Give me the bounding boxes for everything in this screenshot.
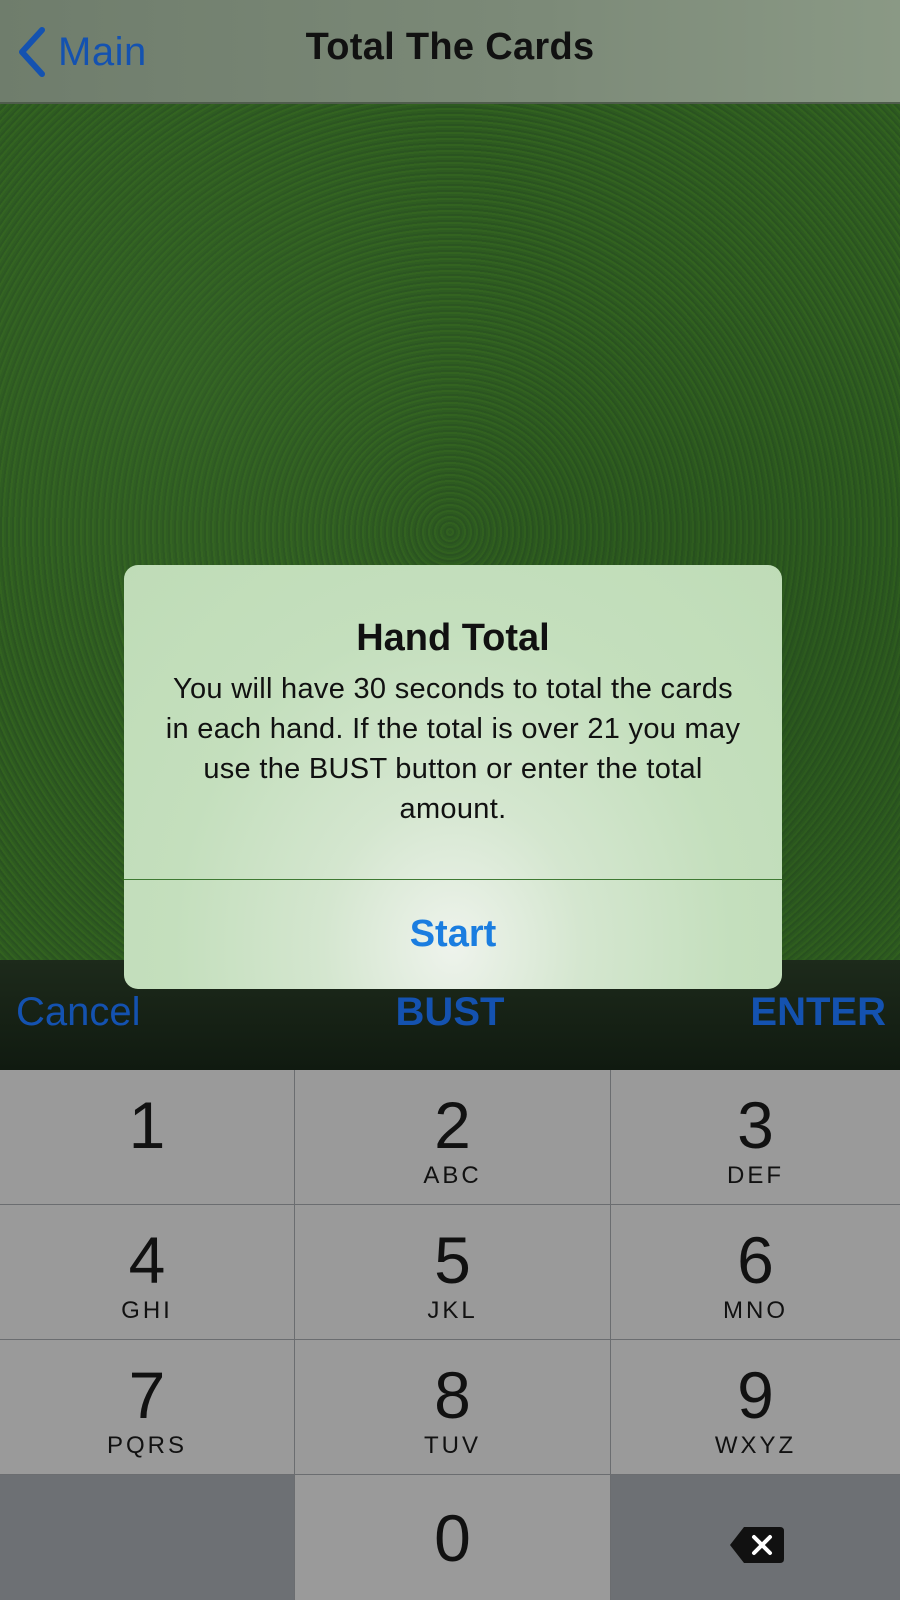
key-4[interactable]: 4 GHI — [0, 1205, 294, 1339]
page-title: Total The Cards — [305, 26, 595, 68]
alert-message: You will have 30 seconds to total the ca… — [165, 673, 741, 825]
backspace-icon — [729, 1527, 784, 1563]
navigation-bar: Main Total The Cards — [0, 0, 900, 104]
enter-button[interactable]: ENTER — [750, 990, 886, 1035]
key-5[interactable]: 5 JKL — [295, 1205, 610, 1339]
hand-total-alert: Hand Total You will have 30 seconds to t… — [124, 565, 782, 989]
key-0[interactable]: 0 — [295, 1475, 610, 1600]
alert-title: Hand Total — [356, 617, 550, 659]
key-7[interactable]: 7 PQRS — [0, 1340, 294, 1474]
key-8[interactable]: 8 TUV — [295, 1340, 610, 1474]
key-2[interactable]: 2 ABC — [295, 1070, 610, 1204]
key-3[interactable]: 3 DEF — [611, 1070, 900, 1204]
key-6[interactable]: 6 MNO — [611, 1205, 900, 1339]
start-button[interactable]: Start — [124, 880, 782, 989]
delete-key[interactable] — [611, 1475, 900, 1600]
key-9[interactable]: 9 WXYZ — [611, 1340, 900, 1474]
key-blank — [0, 1475, 294, 1600]
key-1[interactable]: 1 — [0, 1070, 294, 1204]
number-keypad: 1 2 ABC 3 DEF 4 GHI 5 JKL 6 MNO 7 PQRS 8… — [0, 1070, 900, 1600]
